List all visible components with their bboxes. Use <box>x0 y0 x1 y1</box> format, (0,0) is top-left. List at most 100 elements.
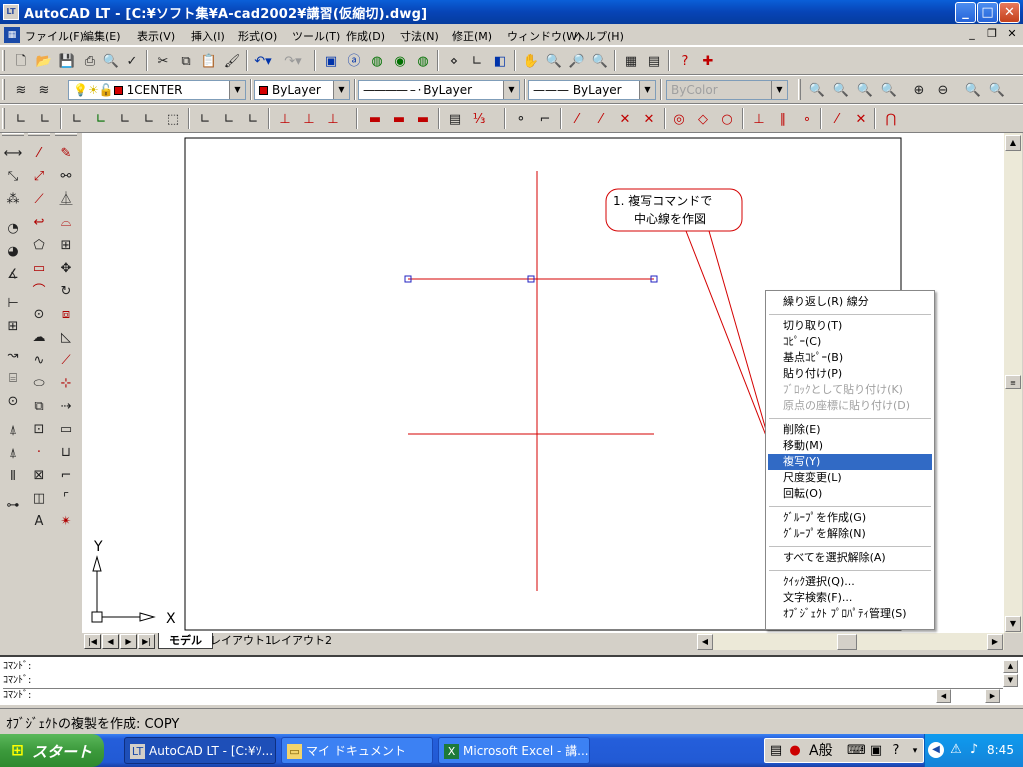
text-icon[interactable]: A <box>28 512 50 532</box>
context-menu-item[interactable]: 切り取り(T) <box>768 318 932 334</box>
menu-0[interactable]: ファイル(F) <box>25 28 84 44</box>
chevron-down-icon[interactable]: ▼ <box>333 81 349 99</box>
menu-3[interactable]: 挿入(I) <box>191 28 225 44</box>
scale-icon[interactable]: ⧈ <box>55 305 77 325</box>
quick-dim-icon[interactable]: ⊢ <box>2 294 24 314</box>
zoom-previous-icon[interactable]: 🔍 <box>589 51 611 72</box>
snap-insert-icon[interactable]: ∘ <box>796 109 818 130</box>
ucs-view-icon[interactable]: ∟ <box>138 109 160 130</box>
dimension-linear-icon[interactable]: ▬ <box>364 109 386 130</box>
context-menu-item[interactable]: ｸﾞﾙｰﾌﾟを作成(G) <box>768 510 932 526</box>
ucs-zaxis-icon[interactable]: ⊥ <box>322 109 344 130</box>
command-window[interactable]: ｺﾏﾝﾄﾞ: ｺﾏﾝﾄﾞ: ｺﾏﾝﾄﾞ: ▲ ▼ ◀ ▶ <box>0 655 1023 705</box>
scroll-up-icon[interactable]: ▲ <box>1005 135 1021 151</box>
hscroll-thumb[interactable] <box>837 634 857 650</box>
horizontal-scrollbar[interactable]: ◀ ▶ <box>697 633 1004 650</box>
paste-icon[interactable]: 📋 <box>198 51 220 72</box>
start-button[interactable]: ⊞ スタート <box>0 734 104 767</box>
draw-circle-icon[interactable]: ⊙ <box>28 305 50 325</box>
draw-ray-icon[interactable]: ⤢ <box>28 167 50 187</box>
draw-polygon-icon[interactable]: ⬠ <box>28 236 50 256</box>
snap-extension-icon[interactable]: ✕ <box>638 109 660 130</box>
print-icon[interactable]: ⎙ <box>79 51 101 72</box>
cmd-hscroll-left-icon[interactable]: ◀ <box>936 689 951 703</box>
zoom-dynamic-icon[interactable]: 🔍 <box>830 80 852 101</box>
dimension-radius-icon[interactable]: ▬ <box>412 109 434 130</box>
stretch-icon[interactable]: ◺ <box>55 328 77 348</box>
extend-icon[interactable]: ⇢ <box>55 397 77 417</box>
zoom-out-icon[interactable]: ⊖ <box>932 80 954 101</box>
linetype-dropdown[interactable]: ———— – · ByLayer ▼ <box>358 80 520 100</box>
snap-midpoint-icon[interactable]: ⁄ <box>566 109 588 130</box>
snap-tracking-icon[interactable]: ⌐ <box>534 109 556 130</box>
menu-10[interactable]: ヘルプ(H) <box>574 28 624 44</box>
context-menu-item[interactable]: 基点ｺﾋﾟｰ(B) <box>768 350 932 366</box>
break-at-point-icon[interactable]: ⊔ <box>55 443 77 463</box>
array-icon[interactable]: ⊞ <box>55 236 77 256</box>
context-menu-item[interactable]: 削除(E) <box>768 422 932 438</box>
cmd-hscroll-right-icon[interactable]: ▶ <box>985 689 1000 703</box>
ime-help-icon[interactable]: ? <box>887 742 905 760</box>
doc-minimize-button[interactable]: _ <box>964 27 980 42</box>
tolerance-icon[interactable]: ⊙ <box>2 392 24 412</box>
offset-icon[interactable]: ⌓ <box>55 213 77 233</box>
draw-arc-icon[interactable]: ⌒ <box>28 282 50 302</box>
break-icon[interactable]: ▭ <box>55 420 77 440</box>
ime-tools-icon[interactable]: ▣ <box>867 742 885 760</box>
minimize-button[interactable]: _ <box>955 2 976 23</box>
task-my-documents[interactable]: ▭ マイ ドキュメント <box>281 737 433 764</box>
context-menu-item[interactable]: ｸｲｯｸ選択(Q)... <box>768 574 932 590</box>
dim-edit-icon[interactable]: ⍋ <box>2 444 24 464</box>
fillet-icon[interactable]: ⌜ <box>55 489 77 509</box>
last-tab-icon[interactable]: ▶| <box>138 634 155 649</box>
chevron-down-icon[interactable]: ▼ <box>229 81 245 99</box>
context-menu-item[interactable]: ｺﾋﾟｰ(C) <box>768 334 932 350</box>
ucs-y-icon[interactable]: ∟ <box>218 109 240 130</box>
close-button[interactable]: ✕ <box>999 2 1020 23</box>
properties-icon[interactable]: ◧ <box>489 51 511 72</box>
make-block-icon[interactable]: ⊡ <box>28 420 50 440</box>
dim-text-edit-icon[interactable]: ⫴ <box>2 467 24 487</box>
dim-diameter-icon[interactable]: ◕ <box>2 242 24 262</box>
context-menu-item[interactable]: 尺度変更(L) <box>768 470 932 486</box>
chevron-down-icon[interactable]: ▼ <box>639 81 655 99</box>
draw-line-icon[interactable]: ⁄ <box>28 144 50 164</box>
calculator-icon[interactable]: ▦ <box>620 51 642 72</box>
next-tab-icon[interactable]: ▶ <box>120 634 137 649</box>
menu-9[interactable]: ウィンドウ(W) <box>507 28 581 44</box>
layer-previous-icon[interactable]: ≋ <box>33 80 55 101</box>
menu-2[interactable]: 表示(V) <box>137 28 175 44</box>
insert-block-icon[interactable]: ⧉ <box>28 397 50 417</box>
snap-center-icon[interactable]: ◎ <box>668 109 690 130</box>
web-icon[interactable]: ◍ <box>366 51 388 72</box>
ime-grip-icon[interactable]: ▤ <box>767 742 785 760</box>
lengthen-icon[interactable]: ⟋ <box>55 351 77 371</box>
leader-icon[interactable]: ⌸ <box>2 369 24 389</box>
publish-icon[interactable]: ◍ <box>412 51 434 72</box>
undo-icon[interactable]: ↶▾ <box>252 51 274 72</box>
draw-xline-icon[interactable]: ⟋ <box>28 190 50 210</box>
ucs-origin-icon[interactable]: ∟ <box>10 109 32 130</box>
snap-parallel-icon[interactable]: ∥ <box>772 109 794 130</box>
ucs-face-icon[interactable]: ∟ <box>114 109 136 130</box>
layer-dropdown[interactable]: 💡☀🔓 1CENTER ▼ <box>68 80 246 100</box>
task-autocad[interactable]: LT AutoCAD LT - [C:¥ｿ... <box>124 737 276 764</box>
snap-settings-icon[interactable]: ⋂ <box>880 109 902 130</box>
rotate-icon[interactable]: ↻ <box>55 282 77 302</box>
scroll-down-icon[interactable]: ▼ <box>1005 616 1021 632</box>
dim-update-icon[interactable]: ⊶ <box>2 496 24 516</box>
explode-icon[interactable]: ✴ <box>55 512 77 532</box>
doc-close-button[interactable]: ✕ <box>1004 27 1020 42</box>
design-center-icon[interactable]: ▣ <box>320 51 342 72</box>
ucs-world-icon[interactable]: ∟ <box>66 109 88 130</box>
menu-6[interactable]: 作成(D) <box>346 28 385 44</box>
ucs-previous-icon[interactable]: ∟ <box>34 109 56 130</box>
draw-point-icon[interactable]: · <box>28 443 50 463</box>
copy-object-icon[interactable]: ⚯ <box>55 167 77 187</box>
ime-pad-icon[interactable]: ⌨ <box>847 742 866 760</box>
doc-restore-button[interactable]: ❐ <box>984 27 1000 42</box>
draw-ellipse-icon[interactable]: ⬭ <box>28 374 50 394</box>
context-menu-item[interactable]: 文字検索(F)... <box>768 590 932 606</box>
dim-aligned-icon[interactable]: ⤡ <box>2 167 24 187</box>
copy-icon[interactable]: ⧉ <box>175 51 197 72</box>
